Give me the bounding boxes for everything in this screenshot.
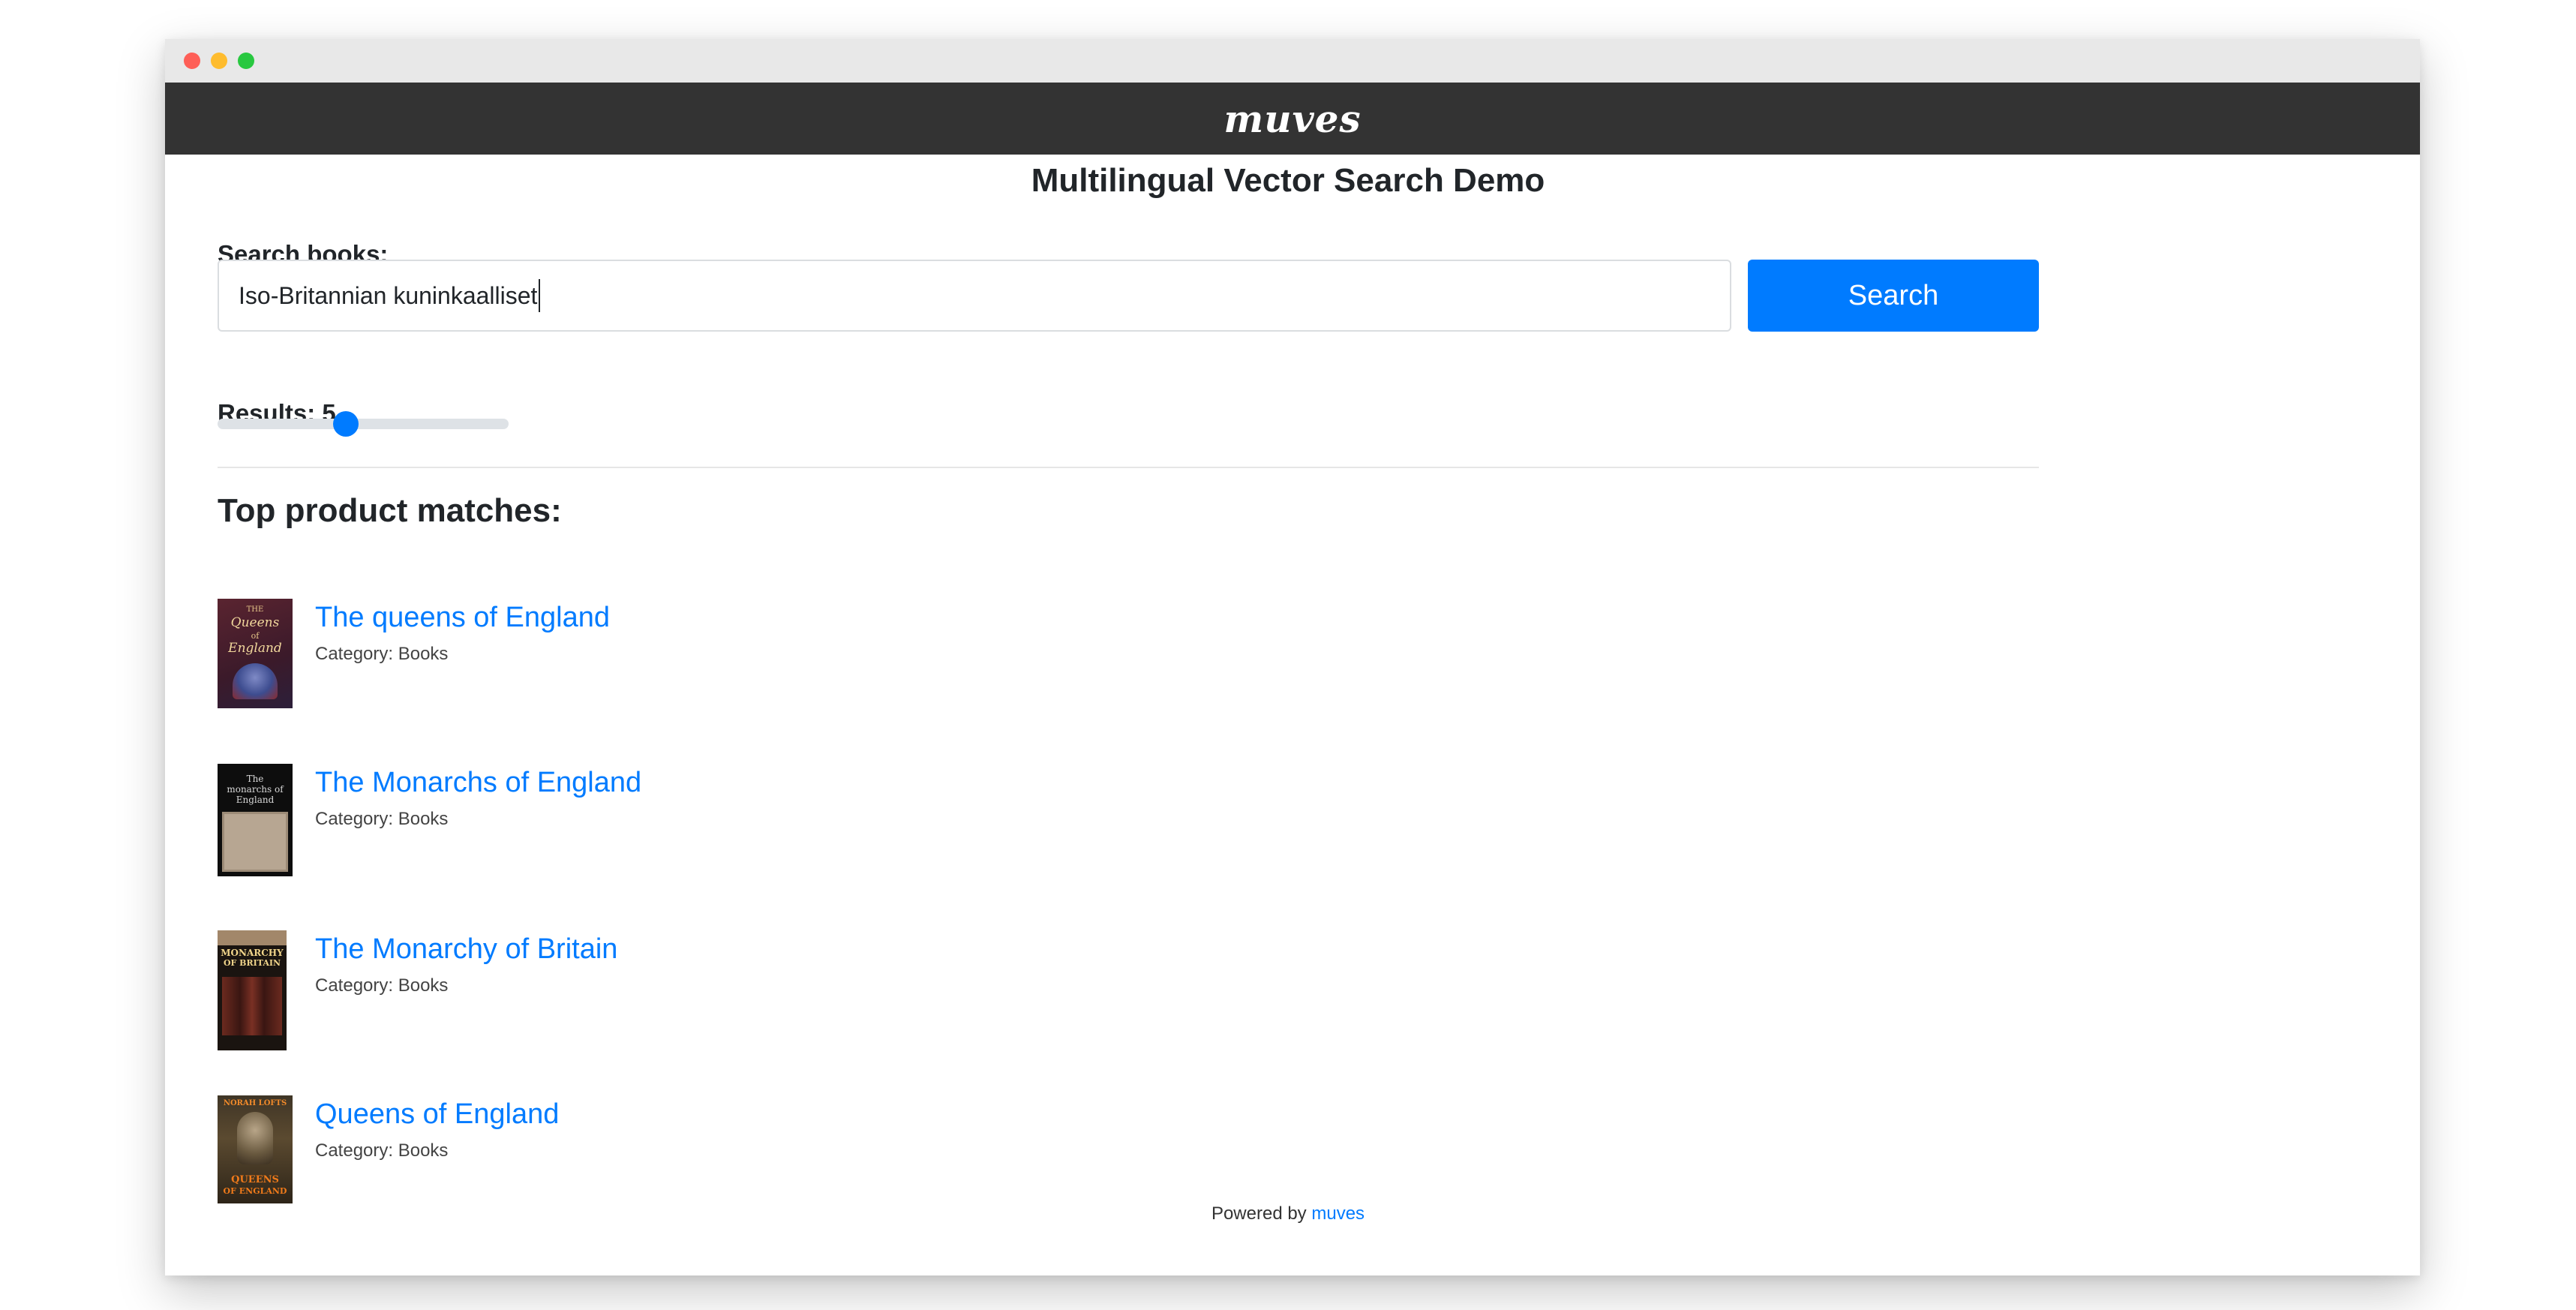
footer-prefix: Powered by <box>1211 1203 1307 1224</box>
crest-illustration <box>233 663 278 699</box>
results-slider-handle[interactable] <box>332 411 359 437</box>
page-title: Multilingual Vector Search Demo <box>1031 162 1545 199</box>
muves-logo[interactable]: muves <box>1223 97 1361 141</box>
list-item: The monarchs of England The Monarchs of … <box>218 764 2039 884</box>
portraits-illustration <box>222 977 282 1035</box>
cover-header <box>218 930 287 945</box>
window-titlebar <box>165 39 2420 83</box>
footer: Powered by muves <box>0 1203 2576 1224</box>
result-title-link[interactable]: The Monarchy of Britain <box>315 933 617 966</box>
results-slider-track[interactable] <box>218 419 509 429</box>
search-button[interactable]: Search <box>1748 260 2039 332</box>
text-caret <box>539 279 540 312</box>
navbar: muves <box>165 83 2420 155</box>
result-title-link[interactable]: The Monarchs of England <box>315 767 641 799</box>
result-title-link[interactable]: The queens of England <box>315 602 610 634</box>
result-title-link[interactable]: Queens of England <box>315 1098 559 1131</box>
book-cover-image[interactable]: NORAH LOFTS QUEENS OF ENGLAND <box>218 1095 293 1203</box>
search-input[interactable] <box>218 260 1731 332</box>
list-item: THE Queens of England The queens of Engl… <box>218 599 2039 719</box>
maximize-window-button[interactable] <box>238 53 254 69</box>
cover-panel <box>222 812 288 872</box>
list-item: NORAH LOFTS QUEENS OF ENGLAND Queens of … <box>218 1095 2039 1215</box>
result-category: Category: Books <box>315 809 449 829</box>
book-cover-image[interactable]: THE Queens of England <box>218 599 293 708</box>
footer-muves-link[interactable]: muves <box>1311 1203 1365 1224</box>
portrait-illustration <box>237 1112 273 1164</box>
book-cover-image[interactable]: MONARCHY OF BRITAIN <box>218 930 287 1050</box>
divider <box>218 467 2039 468</box>
list-item: MONARCHY OF BRITAIN The Monarchy of Brit… <box>218 930 2039 1050</box>
result-category: Category: Books <box>315 1140 449 1161</box>
minimize-window-button[interactable] <box>211 53 227 69</box>
book-cover-image[interactable]: The monarchs of England <box>218 764 293 876</box>
result-category: Category: Books <box>315 975 449 996</box>
result-category: Category: Books <box>315 644 449 664</box>
matches-heading: Top product matches: <box>218 492 562 529</box>
close-window-button[interactable] <box>184 53 200 69</box>
